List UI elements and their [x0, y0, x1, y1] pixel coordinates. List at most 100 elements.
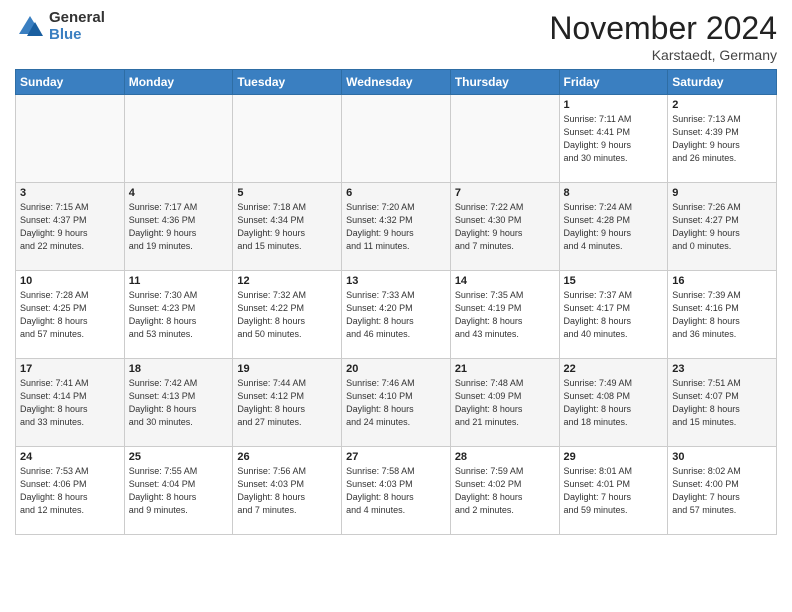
- day-info: Sunrise: 7:15 AM Sunset: 4:37 PM Dayligh…: [20, 201, 120, 253]
- day-info: Sunrise: 7:59 AM Sunset: 4:02 PM Dayligh…: [455, 465, 555, 517]
- day-number: 3: [20, 187, 120, 199]
- calendar-week-1: 1 Sunrise: 7:11 AM Sunset: 4:41 PM Daylig…: [16, 95, 777, 183]
- day-number: 7: [455, 187, 555, 199]
- calendar-cell: 25 Sunrise: 7:55 AM Sunset: 4:04 PM Dayli…: [124, 447, 233, 535]
- day-number: 2: [672, 99, 772, 111]
- calendar-cell: 16Sunrise: 7:39 AM Sunset: 4:16 PM Dayli…: [668, 271, 777, 359]
- calendar-cell: [233, 95, 342, 183]
- day-info: Sunrise: 7:53 AM Sunset: 4:06 PM Dayligh…: [20, 465, 120, 517]
- day-info: Sunrise: 7:46 AM Sunset: 4:10 PM Dayligh…: [346, 377, 446, 429]
- weekday-header-friday: Friday: [559, 70, 668, 95]
- day-number: 25: [129, 451, 229, 463]
- weekday-header-wednesday: Wednesday: [342, 70, 451, 95]
- day-number: 18: [129, 363, 229, 375]
- day-info: Sunrise: 7:35 AM Sunset: 4:19 PM Dayligh…: [455, 289, 555, 341]
- calendar-cell: 8 Sunrise: 7:24 AM Sunset: 4:28 PM Daylig…: [559, 183, 668, 271]
- day-info: Sunrise: 7:22 AM Sunset: 4:30 PM Dayligh…: [455, 201, 555, 253]
- day-number: 19: [237, 363, 337, 375]
- calendar-cell: 26 Sunrise: 7:56 AM Sunset: 4:03 PM Dayli…: [233, 447, 342, 535]
- day-number: 27: [346, 451, 446, 463]
- day-info: Sunrise: 7:32 AM Sunset: 4:22 PM Dayligh…: [237, 289, 337, 341]
- day-info: Sunrise: 7:58 AM Sunset: 4:03 PM Dayligh…: [346, 465, 446, 517]
- weekday-header-sunday: Sunday: [16, 70, 125, 95]
- calendar-cell: [450, 95, 559, 183]
- day-info: Sunrise: 7:11 AM Sunset: 4:41 PM Dayligh…: [564, 113, 664, 165]
- calendar-cell: 18 Sunrise: 7:42 AM Sunset: 4:13 PM Dayli…: [124, 359, 233, 447]
- day-info: Sunrise: 7:51 AM Sunset: 4:07 PM Dayligh…: [672, 377, 772, 429]
- logo-blue-text: Blue: [49, 27, 105, 44]
- calendar-cell: 10Sunrise: 7:28 AM Sunset: 4:25 PM Dayli…: [16, 271, 125, 359]
- day-info: Sunrise: 7:39 AM Sunset: 4:16 PM Dayligh…: [672, 289, 772, 341]
- day-number: 17: [20, 363, 120, 375]
- day-number: 20: [346, 363, 446, 375]
- day-number: 11: [129, 275, 229, 287]
- day-info: Sunrise: 7:24 AM Sunset: 4:28 PM Dayligh…: [564, 201, 664, 253]
- day-info: Sunrise: 7:55 AM Sunset: 4:04 PM Dayligh…: [129, 465, 229, 517]
- day-number: 5: [237, 187, 337, 199]
- month-title: November 2024: [549, 10, 777, 47]
- calendar-cell: 27 Sunrise: 7:58 AM Sunset: 4:03 PM Dayli…: [342, 447, 451, 535]
- day-number: 24: [20, 451, 120, 463]
- day-info: Sunrise: 7:42 AM Sunset: 4:13 PM Dayligh…: [129, 377, 229, 429]
- logo-text: General Blue: [49, 10, 105, 43]
- calendar-table: SundayMondayTuesdayWednesdayThursdayFrid…: [15, 69, 777, 535]
- day-number: 6: [346, 187, 446, 199]
- calendar-cell: 12Sunrise: 7:32 AM Sunset: 4:22 PM Dayli…: [233, 271, 342, 359]
- calendar-cell: 4 Sunrise: 7:17 AM Sunset: 4:36 PM Daylig…: [124, 183, 233, 271]
- day-info: Sunrise: 7:20 AM Sunset: 4:32 PM Dayligh…: [346, 201, 446, 253]
- location: Karstaedt, Germany: [549, 47, 777, 63]
- header: General Blue November 2024 Karstaedt, Ge…: [15, 10, 777, 63]
- calendar-week-2: 3 Sunrise: 7:15 AM Sunset: 4:37 PM Daylig…: [16, 183, 777, 271]
- calendar-cell: 22Sunrise: 7:49 AM Sunset: 4:08 PM Dayli…: [559, 359, 668, 447]
- calendar-cell: 29Sunrise: 8:01 AM Sunset: 4:01 PM Dayli…: [559, 447, 668, 535]
- day-number: 13: [346, 275, 446, 287]
- calendar-cell: 3 Sunrise: 7:15 AM Sunset: 4:37 PM Daylig…: [16, 183, 125, 271]
- calendar-cell: 14 Sunrise: 7:35 AM Sunset: 4:19 PM Dayli…: [450, 271, 559, 359]
- title-block: November 2024 Karstaedt, Germany: [549, 10, 777, 63]
- day-number: 22: [564, 363, 664, 375]
- calendar-cell: 13 Sunrise: 7:33 AM Sunset: 4:20 PM Dayli…: [342, 271, 451, 359]
- calendar-cell: 17 Sunrise: 7:41 AM Sunset: 4:14 PM Dayli…: [16, 359, 125, 447]
- day-number: 29: [564, 451, 664, 463]
- day-number: 4: [129, 187, 229, 199]
- day-info: Sunrise: 7:13 AM Sunset: 4:39 PM Dayligh…: [672, 113, 772, 165]
- calendar-week-4: 17 Sunrise: 7:41 AM Sunset: 4:14 PM Dayli…: [16, 359, 777, 447]
- day-info: Sunrise: 7:37 AM Sunset: 4:17 PM Dayligh…: [564, 289, 664, 341]
- day-info: Sunrise: 7:26 AM Sunset: 4:27 PM Dayligh…: [672, 201, 772, 253]
- day-info: Sunrise: 7:44 AM Sunset: 4:12 PM Dayligh…: [237, 377, 337, 429]
- calendar-cell: 5 Sunrise: 7:18 AM Sunset: 4:34 PM Daylig…: [233, 183, 342, 271]
- calendar-cell: 21Sunrise: 7:48 AM Sunset: 4:09 PM Dayli…: [450, 359, 559, 447]
- day-number: 23: [672, 363, 772, 375]
- weekday-header-tuesday: Tuesday: [233, 70, 342, 95]
- calendar-cell: 7 Sunrise: 7:22 AM Sunset: 4:30 PM Daylig…: [450, 183, 559, 271]
- calendar-week-5: 24 Sunrise: 7:53 AM Sunset: 4:06 PM Dayli…: [16, 447, 777, 535]
- weekday-header-saturday: Saturday: [668, 70, 777, 95]
- logo-icon: [15, 12, 45, 42]
- day-info: Sunrise: 7:41 AM Sunset: 4:14 PM Dayligh…: [20, 377, 120, 429]
- page: General Blue November 2024 Karstaedt, Ge…: [0, 0, 792, 612]
- day-number: 26: [237, 451, 337, 463]
- logo-general-text: General: [49, 10, 105, 27]
- calendar-cell: 2 Sunrise: 7:13 AM Sunset: 4:39 PM Daylig…: [668, 95, 777, 183]
- day-number: 1: [564, 99, 664, 111]
- day-number: 28: [455, 451, 555, 463]
- calendar-cell: 6 Sunrise: 7:20 AM Sunset: 4:32 PM Daylig…: [342, 183, 451, 271]
- calendar-header-row: SundayMondayTuesdayWednesdayThursdayFrid…: [16, 70, 777, 95]
- calendar-cell: 9Sunrise: 7:26 AM Sunset: 4:27 PM Daylig…: [668, 183, 777, 271]
- weekday-header-thursday: Thursday: [450, 70, 559, 95]
- calendar-cell: 1 Sunrise: 7:11 AM Sunset: 4:41 PM Daylig…: [559, 95, 668, 183]
- day-info: Sunrise: 7:56 AM Sunset: 4:03 PM Dayligh…: [237, 465, 337, 517]
- day-number: 14: [455, 275, 555, 287]
- calendar-cell: 15Sunrise: 7:37 AM Sunset: 4:17 PM Dayli…: [559, 271, 668, 359]
- day-info: Sunrise: 7:28 AM Sunset: 4:25 PM Dayligh…: [20, 289, 120, 341]
- day-number: 21: [455, 363, 555, 375]
- day-info: Sunrise: 7:18 AM Sunset: 4:34 PM Dayligh…: [237, 201, 337, 253]
- day-info: Sunrise: 7:17 AM Sunset: 4:36 PM Dayligh…: [129, 201, 229, 253]
- day-info: Sunrise: 7:33 AM Sunset: 4:20 PM Dayligh…: [346, 289, 446, 341]
- calendar-cell: 23 Sunrise: 7:51 AM Sunset: 4:07 PM Dayli…: [668, 359, 777, 447]
- calendar-cell: 28 Sunrise: 7:59 AM Sunset: 4:02 PM Dayli…: [450, 447, 559, 535]
- calendar-cell: 20 Sunrise: 7:46 AM Sunset: 4:10 PM Dayli…: [342, 359, 451, 447]
- day-number: 8: [564, 187, 664, 199]
- calendar-cell: 24 Sunrise: 7:53 AM Sunset: 4:06 PM Dayli…: [16, 447, 125, 535]
- calendar-cell: 11Sunrise: 7:30 AM Sunset: 4:23 PM Dayli…: [124, 271, 233, 359]
